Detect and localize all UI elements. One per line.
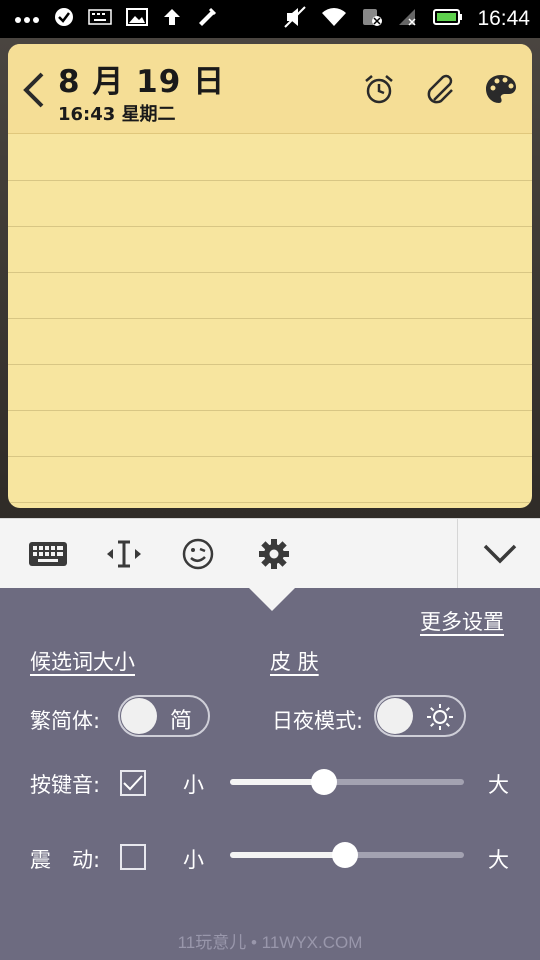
toolbar-divider — [457, 519, 458, 589]
traditional-simplified-label: 繁简体: — [30, 709, 101, 733]
slider-fill — [230, 779, 324, 785]
settings-button[interactable] — [254, 536, 294, 572]
day-night-toggle[interactable] — [374, 695, 466, 737]
sim-icon — [361, 7, 383, 31]
status-bar: 16:44 — [0, 0, 540, 38]
vibrate-label: 震 动: — [30, 848, 101, 872]
candidate-size-link[interactable]: 候选词大小 — [30, 646, 135, 676]
gear-icon — [259, 539, 289, 569]
palette-icon — [486, 75, 516, 103]
day-night-label: 日夜模式: — [272, 709, 364, 733]
note-time: 16:43 星期二 — [58, 104, 176, 125]
more-settings-link[interactable]: 更多设置 — [420, 606, 504, 636]
key-sound-small-label: 小 — [183, 773, 204, 797]
ime-toolbar — [0, 518, 540, 589]
note-date: 8 月 19 日 — [58, 64, 226, 100]
vibrate-checkbox[interactable] — [120, 844, 146, 870]
status-bar-left — [14, 6, 218, 32]
battery-icon — [433, 8, 463, 30]
alarm-clock-icon — [365, 75, 393, 104]
back-button[interactable] — [20, 70, 50, 110]
emoji-icon — [182, 538, 214, 570]
chevron-left-icon — [23, 72, 44, 108]
emoji-button[interactable] — [178, 536, 218, 572]
image-icon — [126, 8, 148, 30]
status-bar-right: 16:44 — [283, 6, 530, 32]
key-sound-slider[interactable] — [230, 769, 464, 795]
vibrate-large-label: 大 — [488, 848, 509, 872]
check-icon — [123, 775, 143, 791]
traditional-simplified-toggle[interactable]: 简 — [118, 695, 210, 737]
keyboard-icon — [29, 542, 67, 566]
attachment-button[interactable] — [424, 72, 458, 106]
toggle-knob — [121, 698, 157, 734]
collapse-keyboard-button[interactable] — [480, 536, 520, 572]
skin-link[interactable]: 皮 肤 — [270, 646, 319, 676]
key-sound-label: 按键音: — [30, 773, 101, 797]
tools-icon — [196, 6, 218, 32]
panel-pointer — [248, 587, 296, 611]
alarm-button[interactable] — [362, 72, 396, 106]
slider-thumb[interactable] — [331, 842, 358, 868]
key-sound-checkbox[interactable] — [120, 770, 146, 796]
slider-fill — [230, 852, 345, 858]
note-header: 8 月 19 日 16:43 星期二 — [8, 44, 532, 134]
signal-icon — [397, 7, 419, 31]
slider-thumb[interactable] — [310, 769, 337, 795]
chevron-down-icon — [483, 544, 517, 564]
watermark: 11玩意儿 • 11WYX.COM — [177, 933, 363, 952]
keyboard-button[interactable] — [28, 536, 68, 572]
vibrate-small-label: 小 — [183, 848, 204, 872]
status-time: 16:44 — [477, 7, 530, 30]
mute-icon — [283, 6, 307, 32]
sun-icon — [427, 704, 453, 730]
check-circle-icon — [54, 7, 74, 31]
ime-settings-panel: 更多设置 候选词大小 皮 肤 繁简体: 简 日夜模式: 按键音: 小 大 震 动… — [0, 587, 540, 960]
toggle-knob — [377, 698, 413, 734]
palette-button[interactable] — [484, 72, 518, 106]
cursor-move-button[interactable] — [104, 536, 144, 572]
vibrate-slider[interactable] — [230, 842, 464, 868]
note-paper: 8 月 19 日 16:43 星期二 — [8, 44, 532, 508]
toggle-value: 简 — [170, 709, 193, 734]
note-body[interactable] — [8, 135, 532, 508]
text-cursor-icon — [107, 540, 141, 568]
upload-arrow-icon — [162, 7, 182, 31]
more-icon — [14, 10, 40, 28]
key-sound-large-label: 大 — [488, 773, 509, 797]
paperclip-icon — [427, 74, 453, 104]
keyboard-icon — [88, 9, 112, 29]
wifi-icon — [321, 7, 347, 31]
